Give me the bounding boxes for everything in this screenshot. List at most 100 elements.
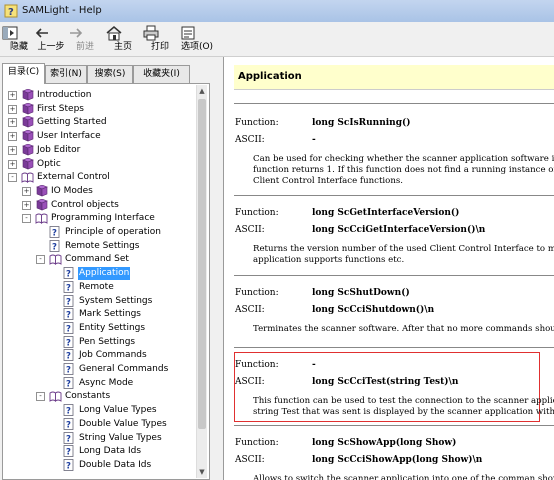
expand-icon[interactable]: + — [8, 159, 17, 169]
help-page-icon: ? — [63, 404, 76, 417]
tree-item[interactable]: + User Interface — [3, 129, 193, 143]
tree-item-label: Job Editor — [37, 144, 81, 155]
tree-item[interactable]: ? Async Mode — [3, 376, 193, 390]
collapse-icon[interactable]: - — [22, 214, 31, 224]
help-page-icon: ? — [63, 335, 76, 348]
tree-item-label: Principle of operation — [65, 227, 161, 237]
tree-item-label: Remote — [79, 281, 114, 292]
book-icon — [21, 116, 34, 128]
tab-search[interactable]: 搜索(S) — [87, 65, 133, 83]
tree-item[interactable]: + Control objects — [3, 198, 193, 212]
tree-item[interactable]: ? Job Commands — [3, 349, 193, 362]
svg-text:?: ? — [66, 283, 71, 293]
options-button[interactable]: 选项(O) — [178, 24, 216, 54]
tree-item[interactable]: + Getting Started — [3, 116, 193, 129]
tree-item[interactable]: ? Long Value Types — [3, 404, 193, 417]
description-line: application supports functions etc. — [253, 255, 405, 265]
ascii-label: ASCII: — [235, 455, 265, 465]
expand-icon[interactable]: + — [8, 132, 17, 142]
tab-favorites[interactable]: 收藏夹(I) — [133, 65, 190, 83]
collapse-icon[interactable]: - — [36, 255, 45, 265]
tree-item-label: General Commands — [79, 364, 169, 374]
tree-item[interactable]: ? Remote Settings — [3, 239, 193, 253]
tree-item[interactable]: + Job Editor — [3, 143, 193, 157]
tree-item[interactable]: ? Double Data Ids — [3, 458, 193, 472]
tree-scrollbar[interactable]: ▲ ▼ — [196, 85, 207, 478]
description-line: Allows to switch the scanner application… — [253, 474, 554, 480]
tab-index[interactable]: 索引(N) — [45, 65, 87, 83]
tree-item-label: Entity Settings — [79, 322, 146, 333]
tree-item[interactable]: - Constants — [3, 390, 193, 403]
function-signature: long ScShutDown() — [312, 288, 410, 298]
svg-text:?: ? — [66, 366, 71, 376]
tree-item-label: Getting Started — [37, 117, 107, 128]
tree-item[interactable]: ? Mark Settings — [3, 308, 193, 321]
tree-item[interactable]: + First Steps — [3, 102, 193, 116]
tree-item[interactable]: ? System Settings — [3, 294, 193, 308]
tree-item[interactable]: + Optic — [3, 157, 193, 171]
tab-contents[interactable]: 目录(C) — [2, 63, 45, 84]
tree-item[interactable]: + Introduction — [3, 88, 193, 102]
expand-icon[interactable]: + — [8, 118, 17, 128]
description-line: This function can be used to test the co… — [253, 396, 554, 406]
tree-item[interactable]: ? Remote — [3, 280, 193, 294]
expand-icon[interactable]: + — [22, 200, 31, 210]
tree-item[interactable]: ? Long Data Ids — [3, 445, 193, 458]
svg-text:?: ? — [66, 379, 71, 389]
tree-item[interactable]: ? General Commands — [3, 363, 193, 376]
help-page-icon: ? — [63, 417, 76, 430]
tree-item-label: Constants — [65, 391, 111, 402]
book-icon — [21, 102, 34, 115]
svg-text:?: ? — [66, 407, 71, 417]
tree-item-label: Application — [78, 267, 131, 281]
svg-text:?: ? — [66, 461, 71, 471]
help-page-icon: ? — [63, 267, 76, 280]
print-button[interactable]: 打印 — [141, 24, 179, 54]
scroll-down-arrow-icon[interactable]: ▼ — [197, 466, 207, 478]
svg-text:?: ? — [66, 311, 71, 321]
help-page-icon: ? — [63, 431, 76, 444]
expand-icon[interactable]: + — [8, 91, 17, 100]
tree-item[interactable]: ? Pen Settings — [3, 335, 193, 349]
tree-item[interactable]: - External Control — [3, 171, 193, 184]
collapse-icon[interactable]: - — [8, 173, 17, 183]
tree-item[interactable]: ? Entity Settings — [3, 321, 193, 335]
tree-item[interactable]: ? Application — [3, 267, 193, 281]
contents-tree: + Introduction + First Steps + Getting Starte… — [2, 83, 210, 480]
help-page-icon: ? — [49, 239, 62, 252]
separator — [234, 347, 554, 348]
printer-icon — [143, 25, 159, 41]
back-button[interactable]: 上一步 — [32, 24, 70, 54]
tree-item[interactable]: ? Principle of operation — [3, 226, 193, 239]
help-page-icon: ? — [63, 458, 76, 471]
function-label: Function: — [235, 208, 279, 218]
tree-item[interactable]: - Programming Interface — [3, 212, 193, 225]
expand-icon[interactable]: + — [8, 104, 17, 114]
function-label: Function: — [235, 438, 279, 448]
help-page-icon: ? — [63, 363, 76, 376]
forward-button[interactable]: 前进 — [66, 24, 104, 54]
scroll-up-arrow-icon[interactable]: ▲ — [197, 85, 207, 97]
expand-icon[interactable]: + — [8, 145, 17, 155]
ascii-label: ASCII: — [235, 305, 265, 315]
tree-item[interactable]: ? Double Value Types — [3, 417, 193, 431]
scrollbar-thumb[interactable] — [198, 99, 206, 429]
tree-item[interactable]: - Command Set — [3, 253, 193, 266]
help-page-icon: ? — [63, 308, 76, 321]
separator — [234, 195, 554, 196]
ascii-command: long ScCciTest(string Test)\n — [312, 377, 459, 387]
tree-item-label: Optic — [37, 158, 61, 169]
expand-icon[interactable]: + — [22, 186, 31, 196]
open-book-icon — [49, 390, 62, 403]
tree-item-label: System Settings — [79, 295, 153, 306]
description-line: Returns the version number of the used C… — [253, 244, 554, 254]
pane-splitter[interactable] — [213, 57, 223, 480]
separator — [234, 103, 554, 104]
function-signature: long ScIsRunning() — [312, 118, 411, 128]
description-line: string Test that was sent is displayed b… — [253, 407, 554, 417]
home-button[interactable]: 主页 — [104, 24, 142, 54]
tree-item[interactable]: + IO Modes — [3, 184, 193, 198]
svg-text:?: ? — [52, 229, 57, 239]
tree-item[interactable]: ? String Value Types — [3, 431, 193, 445]
collapse-icon[interactable]: - — [36, 392, 45, 402]
